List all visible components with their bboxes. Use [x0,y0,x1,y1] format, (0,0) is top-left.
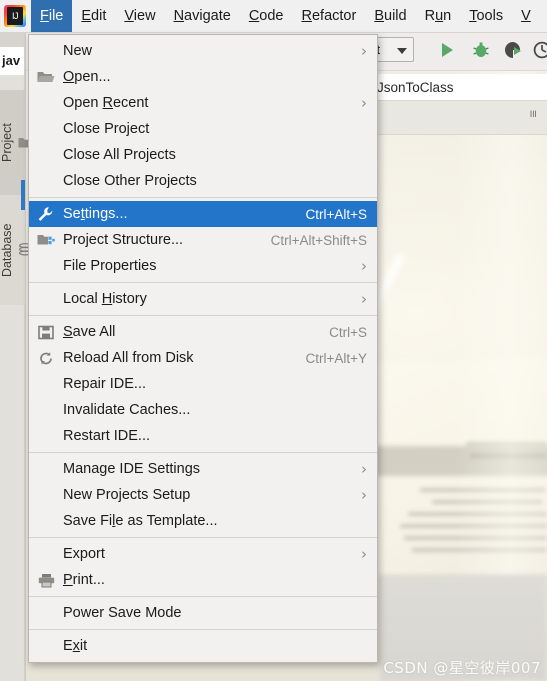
chevron-right-icon: › [361,289,367,308]
menu-item-local-history[interactable]: Local History › [29,286,377,312]
editor-gutter-marks-icon: ≡ [526,110,541,116]
chevron-right-icon: › [361,544,367,563]
watermark: CSDN @星空彼岸007 [383,659,541,677]
folder-open-icon [37,69,55,85]
menu-item-close-other-projects[interactable]: Close Other Projects [29,168,377,194]
sidebar-item-database[interactable]: Database [0,195,32,305]
menubar-item-view[interactable]: View [115,0,164,32]
menubar-item-navigate[interactable]: Navigate [165,0,240,32]
debug-bug-icon[interactable] [470,40,492,60]
menu-item-label: Export [63,546,105,562]
menubar-item-code[interactable]: Code [240,0,293,32]
editor-breadcrumb-strip: ≡ [375,101,547,135]
menu-item-label: Save All [63,324,116,340]
editor-tab-label: JsonToClass [377,80,454,95]
menu-item-label: New [63,43,93,59]
menu-item-save-all[interactable]: Save All Ctrl+S [29,319,377,345]
chevron-right-icon: › [361,485,367,504]
run-play-icon[interactable] [436,40,458,60]
menu-item-label: New Projects Setup [63,487,191,503]
menu-item-label: Save File as Template... [63,513,218,529]
intellij-idea-window: st JsonToClass ≡ jav Project [0,0,547,681]
floppy-save-icon [37,324,55,340]
menu-item-file-properties[interactable]: File Properties › [29,253,377,279]
editor-file-tab-java[interactable]: jav [0,47,24,75]
menu-separator [29,537,377,538]
menu-separator [29,315,377,316]
menu-item-project-structure[interactable]: Project Structure... Ctrl+Alt+Shift+S [29,227,377,253]
wrench-icon [37,206,55,222]
menu-item-manage-ide-settings[interactable]: Manage IDE Settings › [29,456,377,482]
menu-item-exit[interactable]: Exit [29,633,377,659]
menu-item-label: Manage IDE Settings [63,461,201,477]
menu-item-print[interactable]: Print... [29,567,377,593]
menu-item-shortcut: Ctrl+Alt+S [305,206,367,222]
menu-item-restart-ide[interactable]: Restart IDE... [29,423,377,449]
menu-item-save-file-as-template[interactable]: Save File as Template... [29,508,377,534]
menu-item-label: Open... [63,69,111,85]
menu-item-label: Close All Projects [63,147,176,163]
run-with-coverage-icon[interactable] [502,40,524,60]
menu-item-label: Close Project [63,121,150,137]
chevron-right-icon: › [361,459,367,478]
menu-item-shortcut: Ctrl+Alt+Shift+S [270,232,367,248]
menu-item-reload-all-from-disk[interactable]: Reload All from Disk Ctrl+Alt+Y [29,345,377,371]
menu-item-new-projects-setup[interactable]: New Projects Setup › [29,482,377,508]
menu-separator [29,282,377,283]
menu-item-label: Settings... [63,206,128,222]
intellij-idea-logo-icon [4,5,26,27]
project-label: Project [0,123,14,162]
menu-item-close-project[interactable]: Close Project [29,116,377,142]
menu-item-settings[interactable]: Settings... Ctrl+Alt+S [29,201,377,227]
editor-selection-marker [21,180,25,210]
refresh-icon [37,350,55,366]
menu-separator [29,452,377,453]
menu-item-label: Invalidate Caches... [63,402,191,418]
file-menu-popup: New › Open... Open Recent › Close Projec… [28,34,378,663]
menu-item-invalidate-caches[interactable]: Invalidate Caches... [29,397,377,423]
chevron-right-icon: › [361,256,367,275]
menu-item-label: Power Save Mode [63,605,182,621]
menu-item-label: Local History [63,291,147,307]
menu-item-label: Print... [63,572,105,588]
menubar-item-vcs[interactable]: V [512,0,540,32]
profiler-icon[interactable] [532,40,547,60]
menu-item-open[interactable]: Open... [29,64,377,90]
main-menu-bar: File Edit View Navigate Code Refactor Bu… [0,0,547,33]
menubar-item-run[interactable]: Run [416,0,461,32]
database-label: Database [0,223,14,277]
editor-tab-jsontoclass[interactable]: JsonToClass [375,74,547,101]
menu-item-label: File Properties [63,258,157,274]
menu-item-open-recent[interactable]: Open Recent › [29,90,377,116]
menubar-item-refactor[interactable]: Refactor [293,0,366,32]
menu-item-label: Open Recent [63,95,149,111]
menubar-item-build[interactable]: Build [365,0,415,32]
menu-item-new[interactable]: New › [29,38,377,64]
chevron-down-icon [397,48,407,54]
menu-item-power-save-mode[interactable]: Power Save Mode [29,600,377,626]
menu-item-close-all-projects[interactable]: Close All Projects [29,142,377,168]
menubar-item-file[interactable]: File [31,0,73,32]
printer-icon [37,572,55,588]
menu-separator [29,197,377,198]
editor-file-tab-label: jav [2,53,21,68]
menu-item-label: Repair IDE... [63,376,146,392]
menu-separator [29,629,377,630]
menubar-item-edit[interactable]: Edit [72,0,115,32]
menu-separator [29,596,377,597]
chevron-right-icon: › [361,41,367,60]
menu-item-shortcut: Ctrl+Alt+Y [305,350,367,366]
menu-item-shortcut: Ctrl+S [329,324,367,340]
menu-item-label: Close Other Projects [63,173,197,189]
menu-item-label: Reload All from Disk [63,350,194,366]
menu-item-export[interactable]: Export › [29,541,377,567]
menubar-item-tools[interactable]: Tools [460,0,512,32]
menu-item-label: Exit [63,638,88,654]
project-structure-icon [37,232,55,248]
chevron-right-icon: › [361,93,367,112]
menu-item-label: Restart IDE... [63,428,151,444]
menu-item-repair-ide[interactable]: Repair IDE... [29,371,377,397]
menu-item-label: Project Structure... [63,232,184,248]
